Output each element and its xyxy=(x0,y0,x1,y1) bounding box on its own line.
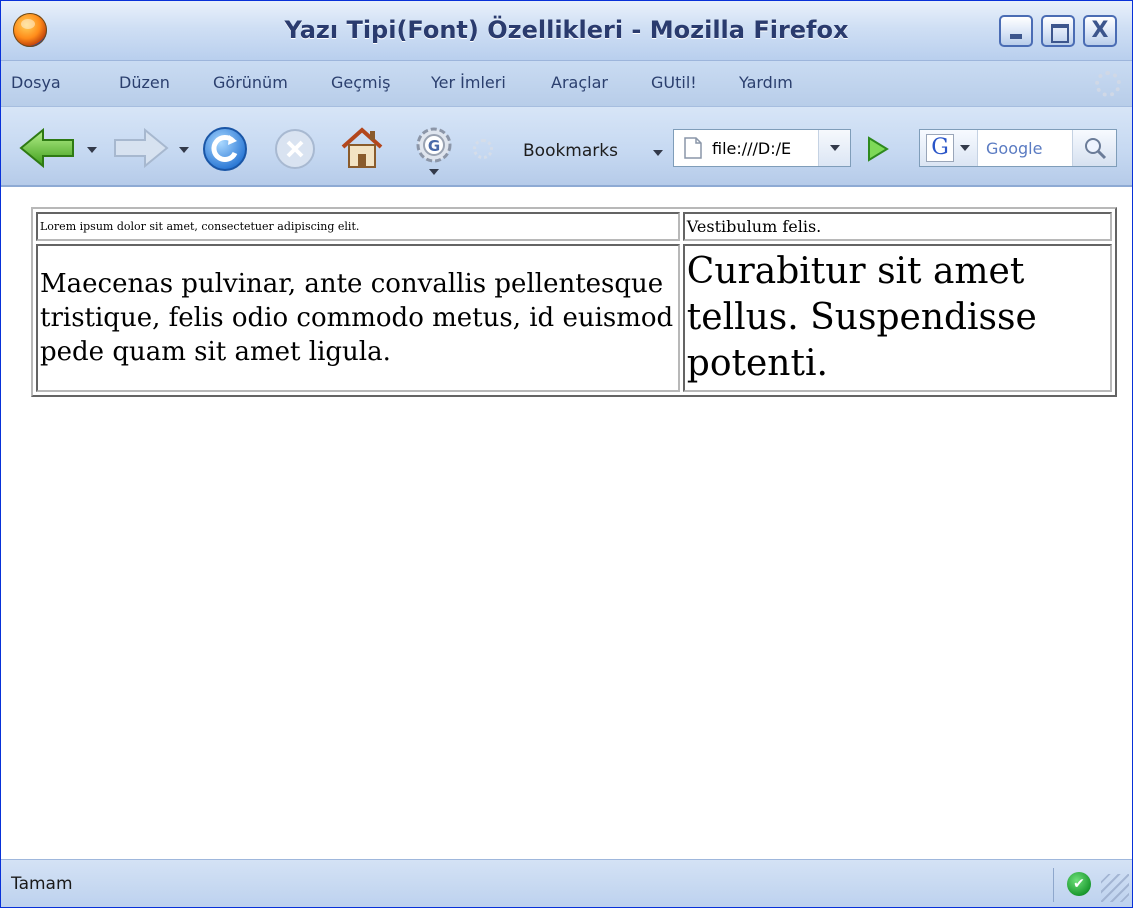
browser-window: Yazı Tipi(Font) Özellikleri - Mozilla Fi… xyxy=(0,0,1133,908)
throbber-icon xyxy=(1095,71,1121,97)
address-bar[interactable]: file:///D:/E xyxy=(673,129,851,167)
svg-text:G: G xyxy=(428,137,440,155)
close-icon: X xyxy=(1091,18,1109,43)
activity-indicator-icon xyxy=(473,139,493,159)
search-input[interactable] xyxy=(980,130,1070,166)
maximize-icon xyxy=(1051,24,1069,43)
engine-dropdown-icon xyxy=(960,145,970,151)
menu-bar: Dosya Düzen Görünüm Geçmiş Yer İmleri Ar… xyxy=(1,61,1132,107)
window-title: Yazı Tipi(Font) Özellikleri - Mozilla Fi… xyxy=(284,16,849,44)
status-bar: Tamam xyxy=(1,859,1132,907)
close-button[interactable]: X xyxy=(1083,15,1117,47)
check-shield-icon[interactable] xyxy=(1067,872,1091,896)
back-icon[interactable] xyxy=(19,126,77,170)
magnifier-icon xyxy=(1085,138,1107,160)
bookmarks-button[interactable]: Bookmarks xyxy=(523,141,618,161)
page-icon xyxy=(684,137,702,159)
search-box: G xyxy=(919,129,1117,167)
title-bar[interactable]: Yazı Tipi(Font) Özellikleri - Mozilla Fi… xyxy=(1,1,1132,61)
menu-araclar[interactable]: Araçlar xyxy=(551,73,608,92)
table-cell-medium: Maecenas pulvinar, ante convallis pellen… xyxy=(36,244,680,392)
search-engine-selector[interactable]: G xyxy=(920,130,978,166)
maximize-button[interactable] xyxy=(1041,15,1075,47)
chevron-down-icon xyxy=(830,145,840,151)
menu-yer-imleri[interactable]: Yer İmleri xyxy=(431,73,506,92)
reload-icon[interactable] xyxy=(201,125,249,173)
resize-grip-icon[interactable] xyxy=(1101,874,1129,902)
menu-dosya[interactable]: Dosya xyxy=(11,73,61,92)
font-size-table: Lorem ipsum dolor sit amet, consectetuer… xyxy=(31,207,1117,397)
menu-gecmis[interactable]: Geçmiş xyxy=(331,73,390,92)
status-divider xyxy=(1053,868,1054,902)
minimize-icon xyxy=(1010,34,1022,39)
forward-history-dropdown-icon[interactable] xyxy=(179,147,189,153)
menu-yardim[interactable]: Yardım xyxy=(739,73,793,92)
minimize-button[interactable] xyxy=(999,15,1033,47)
url-history-dropdown[interactable] xyxy=(818,130,850,166)
home-icon[interactable] xyxy=(339,125,385,171)
url-text[interactable]: file:///D:/E xyxy=(712,139,814,158)
go-button[interactable] xyxy=(857,131,897,167)
table-cell-large: Curabitur sit amet tellus. Suspendisse p… xyxy=(682,244,1112,392)
menu-duzen[interactable]: Düzen xyxy=(119,73,170,92)
table-cell-normal: Vestibulum felis. xyxy=(682,212,1112,241)
menu-gorunum[interactable]: Görünüm xyxy=(213,73,288,92)
table-row: Maecenas pulvinar, ante convallis pellen… xyxy=(36,244,1112,392)
table-row: Lorem ipsum dolor sit amet, consectetuer… xyxy=(36,212,1112,241)
search-button[interactable] xyxy=(1072,130,1116,166)
status-text: Tamam xyxy=(11,874,73,894)
page-content: Lorem ipsum dolor sit amet, consectetuer… xyxy=(1,187,1132,859)
google-toolbar-icon[interactable]: G xyxy=(413,123,455,179)
table-cell-small: Lorem ipsum dolor sit amet, consectetuer… xyxy=(36,212,680,241)
forward-icon[interactable] xyxy=(111,126,169,170)
stop-icon[interactable] xyxy=(273,127,317,171)
back-history-dropdown-icon[interactable] xyxy=(87,147,97,153)
menu-gutil[interactable]: GUtil! xyxy=(651,73,697,92)
google-g-icon: G xyxy=(926,134,954,162)
bookmarks-dropdown-icon[interactable] xyxy=(653,150,663,156)
